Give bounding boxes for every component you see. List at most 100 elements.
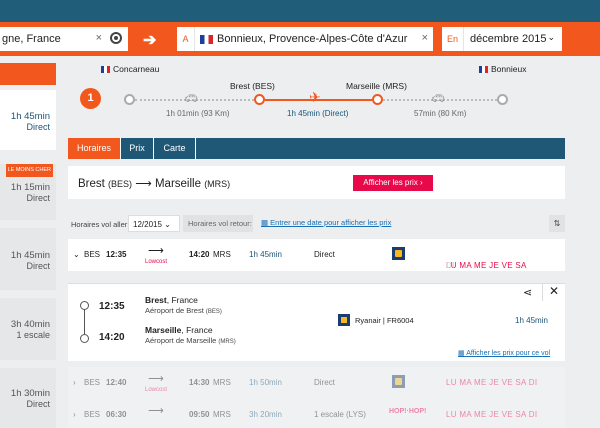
france-flag-icon [101, 66, 110, 73]
chevron-down-icon: ⌄ [73, 250, 80, 259]
flight-type: Direct [314, 250, 335, 259]
route-summary: Brest (BES) ⟶ Marseille (MRS) Afficher l… [68, 166, 565, 199]
flight-duration: 1h 45min [249, 250, 282, 259]
schedule-filter: Horaires vol aller: 12/2015 ⌄ Horaires v… [68, 215, 565, 233]
departure-time: 06:30 [106, 410, 127, 419]
arrival-code: MRS [213, 410, 231, 419]
arrival-time: 14:20 [189, 250, 210, 259]
departure-time: 12:35 [106, 250, 127, 259]
detail-arrival-city: Marseille, France [145, 325, 213, 335]
detail-duration: 1h 45min [515, 316, 548, 325]
leg3-duration: 57min (80 Km) [414, 109, 467, 118]
detail-departure-time: 12:35 [99, 301, 125, 312]
flight-row[interactable]: › BES 12:40 ⟶ Lowcost 14:30 MRS 1h 50min… [68, 367, 565, 399]
calendar-icon: ▦ [458, 350, 467, 357]
plane-icon: ✈ [309, 89, 321, 105]
result-option[interactable]: 1h 45min Direct [0, 228, 56, 290]
ryanair-logo-icon [392, 375, 405, 388]
timeline-end-dot [80, 334, 89, 343]
detail-departure-city: Brest, France [145, 295, 198, 305]
result-duration: 3h 40min [10, 319, 50, 330]
sidebar-header [0, 63, 56, 85]
tab-bar: Horaires Prix Carte [68, 138, 565, 159]
destination-field[interactable]: A Bonnieux, Provence-Alpes-Côte d'Azur × [177, 27, 433, 51]
result-type: Direct [26, 122, 50, 132]
carrier-info: Ryanair | FR6004 [338, 314, 414, 326]
detail-departure-airport: Aéroport de Brest (BES) [145, 306, 222, 315]
france-flag-icon [479, 66, 488, 73]
clear-origin-icon[interactable]: × [96, 32, 102, 44]
tab-horaires[interactable]: Horaires [68, 138, 121, 159]
result-type: Direct [26, 193, 50, 203]
flight-type: Direct [314, 378, 335, 387]
flight-row[interactable]: ⌄ BES 12:35 ⟶ Lowcost 14:20 MRS 1h 45min… [68, 239, 565, 271]
flight-row[interactable]: › BES 06:30 ⟶ 09:50 MRS 3h 20min 1 escal… [68, 399, 565, 428]
flight-duration: 3h 20min [249, 410, 282, 419]
car-icon: 🚗︎ [184, 93, 198, 105]
flight-detail-panel: ⋖ ✕ 12:35 Brest, France Aéroport de Bres… [68, 283, 565, 361]
direction-arrow-icon: ➔ [143, 32, 157, 49]
show-prices-button[interactable]: Afficher les prix › [353, 175, 433, 191]
arrival-time: 14:30 [189, 378, 210, 387]
departure-time: 12:40 [106, 378, 127, 387]
destination-value: Bonnieux, Provence-Alpes-Côte d'Azur [217, 33, 408, 45]
close-icon[interactable]: ✕ [542, 284, 565, 301]
route-node-marseille [372, 94, 383, 105]
detail-arrival-airport: Aéroport de Marseille (MRS) [145, 336, 236, 345]
operating-days: LU MA ME JE VE SA DI [446, 378, 538, 387]
route-overview: 1 Concarneau Brest (BES) Marseille (MRS)… [68, 56, 565, 130]
lowcost-badge: Lowcost [145, 259, 168, 265]
stop1-label: Brest (BES) [230, 81, 275, 91]
result-option[interactable]: 1h 45min Direct [0, 90, 56, 150]
clear-destination-icon[interactable]: × [422, 32, 428, 44]
result-option[interactable]: 1h 30min Direct [0, 368, 56, 428]
date-select[interactable]: En décembre 2015 ⌄ [442, 27, 562, 51]
origin-value: gne, France [2, 33, 61, 45]
ryanair-logo-icon [338, 314, 350, 326]
share-icon[interactable]: ⋖ [523, 286, 532, 299]
arrow-icon: ⟶ [148, 245, 164, 257]
outbound-month-select[interactable]: 12/2015 ⌄ [128, 215, 180, 232]
departure-code: BES [84, 410, 101, 419]
result-duration: 1h 30min [10, 388, 50, 399]
lowcost-badge: Lowcost [145, 387, 168, 393]
date-tag: En [442, 27, 464, 51]
locate-icon[interactable] [110, 32, 122, 44]
result-option[interactable]: LE MOINS CHER 1h 15min Direct [0, 164, 56, 220]
flight-prices-link[interactable]: ▦ Afficher les prix pour ce vol [458, 349, 550, 357]
arrival-code: MRS [213, 250, 231, 259]
hop-airline-logo: HOP!·HOP! [389, 408, 427, 415]
arrow-icon: ⟶ [148, 405, 164, 417]
top-header-bar [0, 0, 600, 22]
return-schedule-select[interactable]: Horaires vol retour: [183, 215, 253, 232]
result-duration: 1h 45min [10, 250, 50, 261]
result-duration: 1h 45min [10, 111, 50, 122]
result-type: 1 escale [16, 330, 50, 340]
cheapest-badge: LE MOINS CHER [5, 164, 53, 177]
calendar-icon: ▦ [261, 218, 271, 227]
origin-label: Concarneau [101, 64, 159, 74]
leg1-duration: 1h 01min (93 Km) [166, 109, 230, 118]
flight-duration: 1h 50min [249, 378, 282, 387]
chevron-down-icon: ⌄ [547, 32, 555, 42]
france-flag-icon [200, 34, 213, 44]
chevron-right-icon: › [73, 378, 76, 387]
result-option[interactable]: 3h 40min 1 escale [0, 298, 56, 360]
operating-days: LU MA ME JE VE SA DI [446, 410, 538, 419]
departure-code: BES [84, 250, 101, 259]
leg2-duration: 1h 45min (Direct) [287, 109, 349, 118]
tab-carte[interactable]: Carte [154, 138, 196, 159]
ryanair-logo-icon [392, 247, 405, 260]
departure-code: BES [84, 378, 101, 387]
origin-field[interactable]: gne, France × [0, 27, 128, 51]
sort-icon[interactable]: ⇅ [549, 215, 565, 232]
enter-date-link[interactable]: ▦ Entrer une date pour afficher les prix [261, 218, 391, 227]
step-number: 1 [80, 88, 101, 109]
search-bar: gne, France × ➔ A Bonnieux, Provence-Alp… [0, 22, 600, 56]
results-sidebar: 1h 45min Direct LE MOINS CHER 1h 15min D… [0, 56, 56, 428]
route-node-origin [124, 94, 135, 105]
arrow-icon: ⟶ [148, 373, 164, 385]
tab-prix[interactable]: Prix [121, 138, 154, 159]
arrival-time: 09:50 [189, 410, 210, 419]
destination-label: Bonnieux [479, 64, 526, 74]
